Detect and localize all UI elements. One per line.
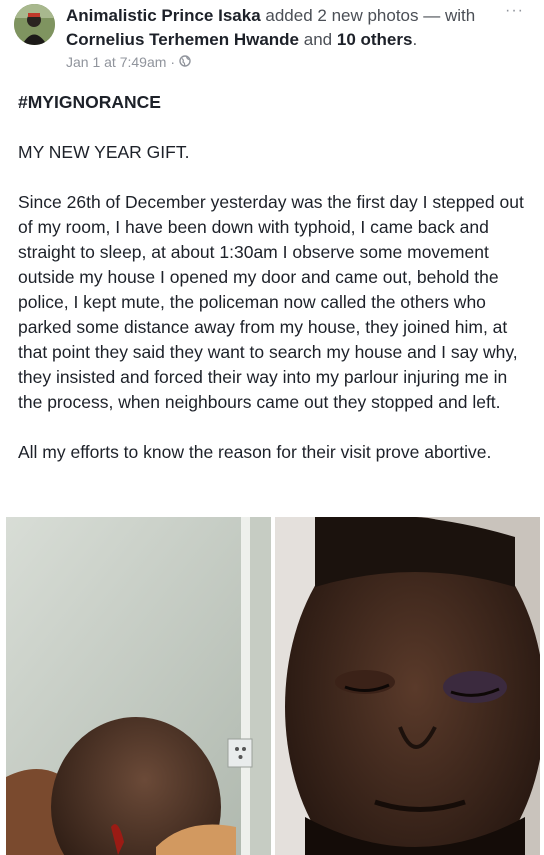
and-text: and [303, 30, 333, 49]
tagged-others-link[interactable]: 10 others [337, 30, 413, 49]
action-text: added 2 new photos — [265, 6, 441, 25]
facebook-post: Animalistic Prince Isaka added 2 new pho… [0, 0, 544, 855]
more-options-icon: ··· [505, 2, 524, 19]
post-photo-1[interactable] [6, 517, 271, 855]
author-avatar[interactable] [14, 4, 55, 45]
separator-dot: · [170, 54, 176, 70]
author-name-link[interactable]: Animalistic Prince Isaka [66, 6, 261, 25]
hashtag-link[interactable]: #MYIGNORANCE [18, 90, 528, 115]
post-header: Animalistic Prince Isaka added 2 new pho… [66, 4, 486, 52]
post-photo-2[interactable] [275, 517, 540, 855]
globe-icon[interactable] [179, 54, 191, 70]
post-meta: Jan 1 at 7:49am · [66, 54, 191, 70]
post-paragraph-1: Since 26th of December yesterday was the… [18, 192, 524, 412]
timestamp-link[interactable]: Jan 1 at 7:49am [66, 54, 166, 70]
tagged-person-link[interactable]: Cornelius Terhemen Hwande [66, 30, 299, 49]
post-heading: MY NEW YEAR GIFT. [18, 142, 190, 162]
post-body: #MYIGNORANCE MY NEW YEAR GIFT. Since 26t… [18, 90, 528, 465]
with-prefix: with [444, 6, 476, 25]
more-options-button[interactable]: ··· [505, 2, 524, 20]
end-period: . [412, 30, 418, 49]
post-paragraph-2: All my efforts to know the reason for th… [18, 442, 492, 462]
